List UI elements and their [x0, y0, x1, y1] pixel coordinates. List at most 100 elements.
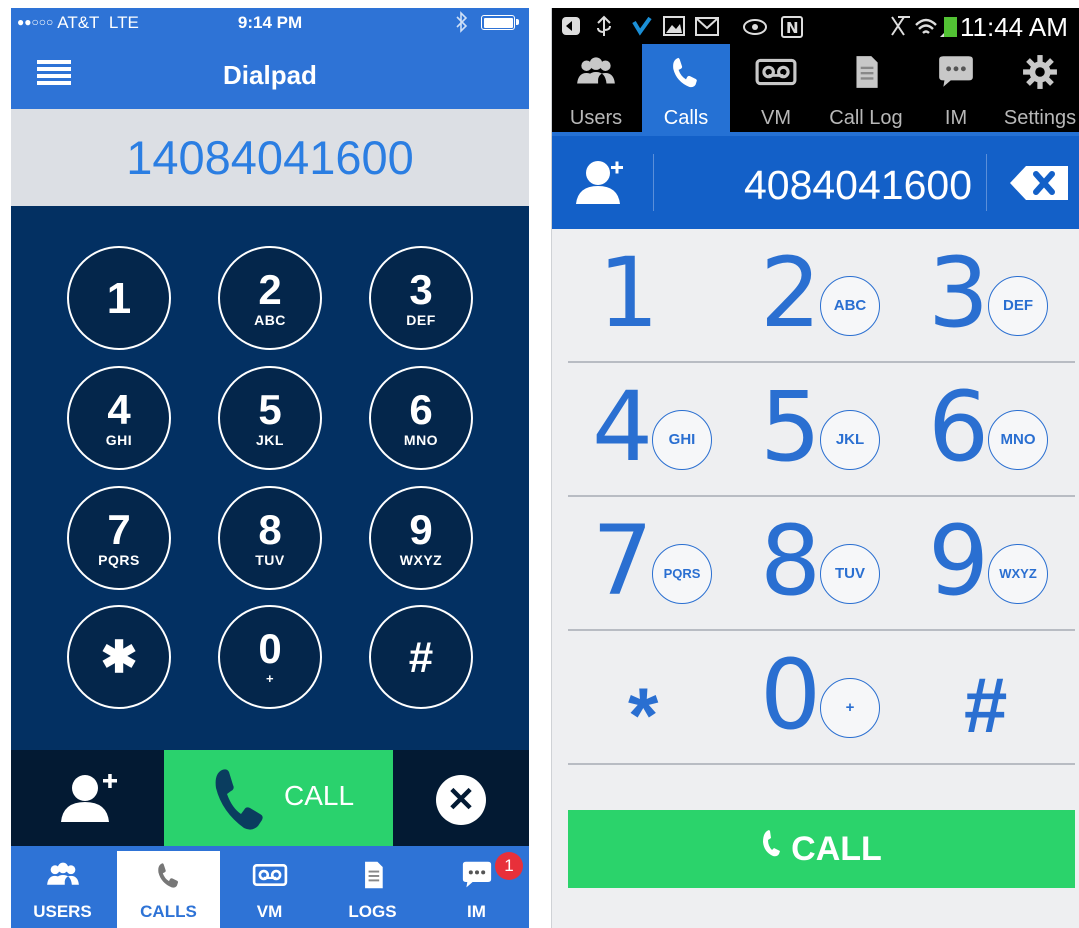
key-digit: 7 — [107, 506, 131, 553]
key-digit: 8 — [760, 505, 822, 617]
key-6[interactable]: 6 MNO — [904, 363, 1069, 497]
tab-calls[interactable]: CALLS — [117, 851, 220, 928]
android-dialpad-screen: N 11:44 AM Users Calls VM Call Log IM Setting… — [551, 8, 1079, 928]
ios-action-bar: CALL ✕ — [11, 750, 529, 846]
key-digit: 2 — [258, 266, 282, 313]
key-3[interactable]: 3 DEF — [904, 229, 1069, 363]
key-4[interactable]: 4 GHI — [568, 363, 733, 497]
key-letters: DEF — [406, 312, 436, 328]
tab-users[interactable]: USERS — [11, 846, 114, 928]
call-button[interactable]: CALL — [164, 750, 393, 846]
voicemail-icon — [218, 860, 321, 894]
tab-calls[interactable]: Calls — [642, 44, 730, 136]
clear-button[interactable]: ✕ — [393, 750, 529, 846]
key-digit: 1 — [598, 237, 660, 349]
backspace-button[interactable] — [988, 136, 1079, 229]
key-digit: 4 — [107, 386, 131, 433]
key-letters: + — [820, 678, 880, 738]
key-8[interactable]: 8 TUV — [218, 486, 322, 590]
key-letters: MNO — [403, 432, 439, 448]
android-tab-bar: Users Calls VM Call Log IM Settings — [552, 44, 1079, 136]
key-hash[interactable]: # — [904, 631, 1069, 765]
key-letters: TUV — [255, 552, 285, 568]
key-digit: 0 — [258, 625, 282, 672]
key-9[interactable]: 9 WXYZ — [369, 486, 473, 590]
key-letters: TUV — [820, 544, 880, 604]
tab-label: Settings — [1003, 107, 1077, 129]
status-icons-left: N — [562, 15, 807, 38]
key-8[interactable]: 8 TUV — [736, 497, 901, 631]
key-3[interactable]: 3 DEF — [369, 246, 473, 350]
key-digit: 4 — [592, 371, 654, 483]
key-2[interactable]: 2 ABC — [736, 229, 901, 363]
gear-icon — [1000, 54, 1079, 94]
android-status-bar: N 11:44 AM — [552, 8, 1079, 44]
dialed-number: 14084041600 — [126, 131, 414, 184]
key-letters: GHI — [105, 432, 133, 448]
key-star[interactable]: ✱ — [67, 605, 171, 709]
key-0[interactable]: 0 + — [218, 605, 322, 709]
call-label: CALL — [791, 830, 882, 868]
page-title: Dialpad — [223, 60, 317, 90]
users-icon — [11, 860, 114, 894]
bluetooth-icon — [455, 11, 469, 38]
key-hash[interactable]: # — [369, 605, 473, 709]
key-letters: DEF — [988, 276, 1048, 336]
tab-settings[interactable]: Settings — [1000, 44, 1079, 136]
key-5[interactable]: 5 JKL — [736, 363, 901, 497]
document-icon — [321, 860, 424, 894]
divider — [568, 763, 1075, 765]
ios-keypad: 1 2 ABC 3 DEF 4 GHI 5 JKL 6 MNO 7 PQRS 8 TUV 9 WXYZ ✱ 0 + # — [11, 206, 529, 750]
divider — [986, 154, 987, 211]
call-button[interactable]: CALL — [568, 810, 1075, 888]
add-contact-button[interactable] — [11, 750, 164, 846]
keypad-row: * 0 + # — [568, 631, 1075, 765]
tab-label: USERS — [33, 902, 92, 921]
key-star[interactable]: * — [568, 631, 733, 765]
tab-label: IM — [467, 902, 486, 921]
backspace-icon — [1010, 166, 1068, 200]
key-digit: 9 — [409, 506, 433, 553]
key-letters: PQRS — [652, 544, 712, 604]
key-digit: 2 — [760, 237, 822, 349]
tab-vm[interactable]: VM — [732, 44, 820, 136]
phone-icon — [761, 828, 783, 866]
key-1[interactable]: 1 — [67, 246, 171, 350]
key-digit: 1 — [106, 274, 132, 323]
key-7[interactable]: 7 PQRS — [568, 497, 733, 631]
status-time: 11:44 AM — [960, 12, 1068, 42]
tab-im[interactable]: IM — [912, 44, 1000, 136]
document-icon — [822, 54, 910, 94]
android-number-bar: 4084041600 — [552, 136, 1079, 229]
tab-call-log[interactable]: Call Log — [822, 44, 910, 136]
keypad-row: 7 PQRS 8 TUV 9 WXYZ — [568, 497, 1075, 631]
key-letters: WXYZ — [399, 552, 443, 568]
tab-label: LOGS — [348, 902, 397, 921]
key-5[interactable]: 5 JKL — [218, 366, 322, 470]
add-contact-icon — [576, 161, 623, 204]
key-digit: 3 — [409, 266, 433, 313]
tab-vm[interactable]: VM — [218, 846, 321, 928]
ios-tab-bar: USERS CALLS VM LOGS IM 1 — [11, 846, 529, 928]
key-4[interactable]: 4 GHI — [67, 366, 171, 470]
key-9[interactable]: 9 WXYZ — [904, 497, 1069, 631]
tab-users[interactable]: Users — [552, 44, 640, 136]
status-time: 9:14 PM — [237, 13, 303, 32]
key-digit: 5 — [760, 371, 822, 483]
add-contact-button[interactable] — [552, 136, 652, 229]
key-letters: PQRS — [98, 552, 140, 568]
key-6[interactable]: 6 MNO — [369, 366, 473, 470]
tab-logs[interactable]: LOGS — [321, 846, 424, 928]
key-digit: 3 — [928, 237, 990, 349]
key-digit: 9 — [928, 505, 990, 617]
key-1[interactable]: 1 — [568, 229, 733, 363]
android-keypad: 1 2 ABC 3 DEF 4 GHI 5 JKL 6 MNO 7 PQRS 8 TUV 9 WXYZ * 0 + # — [552, 229, 1079, 799]
close-icon: ✕ — [436, 775, 486, 825]
key-0[interactable]: 0 + — [736, 631, 901, 765]
key-7[interactable]: 7 PQRS — [67, 486, 171, 590]
number-display: 14084041600 — [11, 109, 529, 206]
svg-text:N: N — [786, 19, 807, 37]
key-2[interactable]: 2 ABC — [218, 246, 322, 350]
key-letters: ABC — [820, 276, 880, 336]
users-icon — [552, 54, 640, 94]
